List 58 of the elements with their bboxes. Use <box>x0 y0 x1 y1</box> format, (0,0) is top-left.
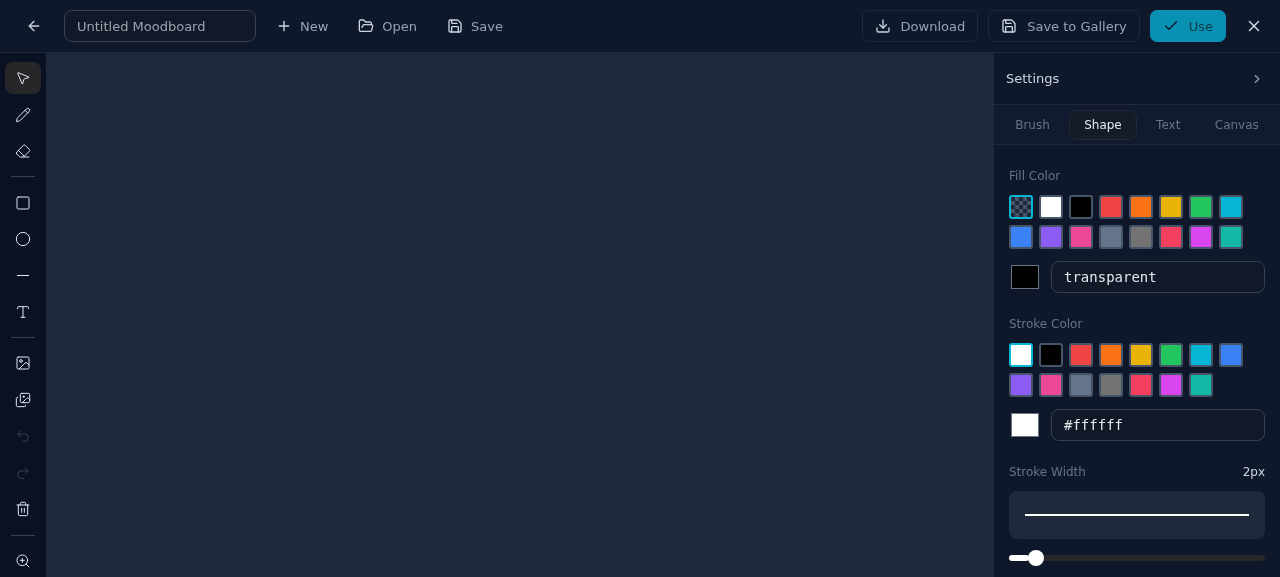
section-label: Fill Color <box>1009 169 1062 183</box>
toolbar-action[interactable]: New <box>266 12 339 40</box>
color-swatch[interactable] <box>1009 225 1033 249</box>
color-swatch[interactable] <box>1099 225 1123 249</box>
settings-tab[interactable]: Shape <box>1069 109 1137 140</box>
pointer-tool[interactable] <box>5 62 41 95</box>
folder-icon <box>358 18 375 34</box>
settings-tab[interactable]: Brush <box>1000 109 1065 140</box>
color-swatch[interactable] <box>1219 225 1243 249</box>
color-swatch[interactable] <box>1189 225 1213 249</box>
color-swatch[interactable] <box>1069 195 1093 219</box>
title-field[interactable]: Untitled Moodboard <box>64 10 256 42</box>
color-swatch[interactable] <box>1009 373 1033 397</box>
color-swatch[interactable] <box>1129 343 1153 367</box>
color-preview[interactable] <box>1011 413 1039 437</box>
download-button[interactable]: Download <box>861 10 979 42</box>
color-swatch[interactable] <box>1039 373 1063 397</box>
save-icon <box>447 18 464 34</box>
settings-tab[interactable]: Canvas <box>1199 109 1274 140</box>
color-swatch[interactable] <box>1069 225 1093 249</box>
color-input[interactable]: #ffffff <box>1051 409 1265 441</box>
color-swatch[interactable] <box>1219 343 1243 367</box>
color-preview[interactable] <box>1011 265 1039 289</box>
color-swatch[interactable] <box>1039 225 1063 249</box>
color-swatch[interactable] <box>1099 343 1123 367</box>
color-swatch[interactable] <box>1129 225 1153 249</box>
color-swatch[interactable] <box>1159 195 1183 219</box>
color-swatch[interactable] <box>1039 195 1063 219</box>
color-swatch[interactable] <box>1129 195 1153 219</box>
color-swatch[interactable] <box>1099 195 1123 219</box>
panel-title: Settings <box>1006 71 1060 86</box>
stroke-width-slider[interactable] <box>1009 550 1265 566</box>
toolbar-action[interactable]: Save <box>437 12 513 40</box>
color-swatch[interactable] <box>1189 195 1213 219</box>
plus-icon <box>276 18 292 34</box>
color-swatch[interactable] <box>1129 373 1153 397</box>
color-swatch[interactable] <box>1189 343 1213 367</box>
color-swatch[interactable] <box>1159 373 1183 397</box>
color-swatch[interactable] <box>1189 373 1213 397</box>
color-swatch[interactable] <box>1099 373 1123 397</box>
color-swatch[interactable] <box>1159 343 1183 367</box>
color-input[interactable]: transparent <box>1051 261 1265 293</box>
download-icon <box>874 18 891 34</box>
color-swatch[interactable] <box>1039 343 1063 367</box>
color-swatch[interactable] <box>1009 195 1033 219</box>
color-swatch[interactable] <box>1069 373 1093 397</box>
toolbar-action[interactable]: Open <box>348 12 428 40</box>
settings-tab[interactable]: Text <box>1141 109 1196 140</box>
color-swatch[interactable] <box>1159 225 1183 249</box>
section-label: Stroke Color <box>1009 317 1084 331</box>
save-icon <box>1001 18 1018 34</box>
stroke-width-value: 2px <box>1242 465 1265 479</box>
gallery-button[interactable]: Save to Gallery <box>988 10 1140 42</box>
color-swatch[interactable] <box>1009 343 1033 367</box>
color-swatch[interactable] <box>1219 195 1243 219</box>
color-swatch[interactable] <box>1069 343 1093 367</box>
section-label: Stroke Width <box>1009 465 1086 479</box>
slider-thumb[interactable] <box>1028 550 1045 566</box>
